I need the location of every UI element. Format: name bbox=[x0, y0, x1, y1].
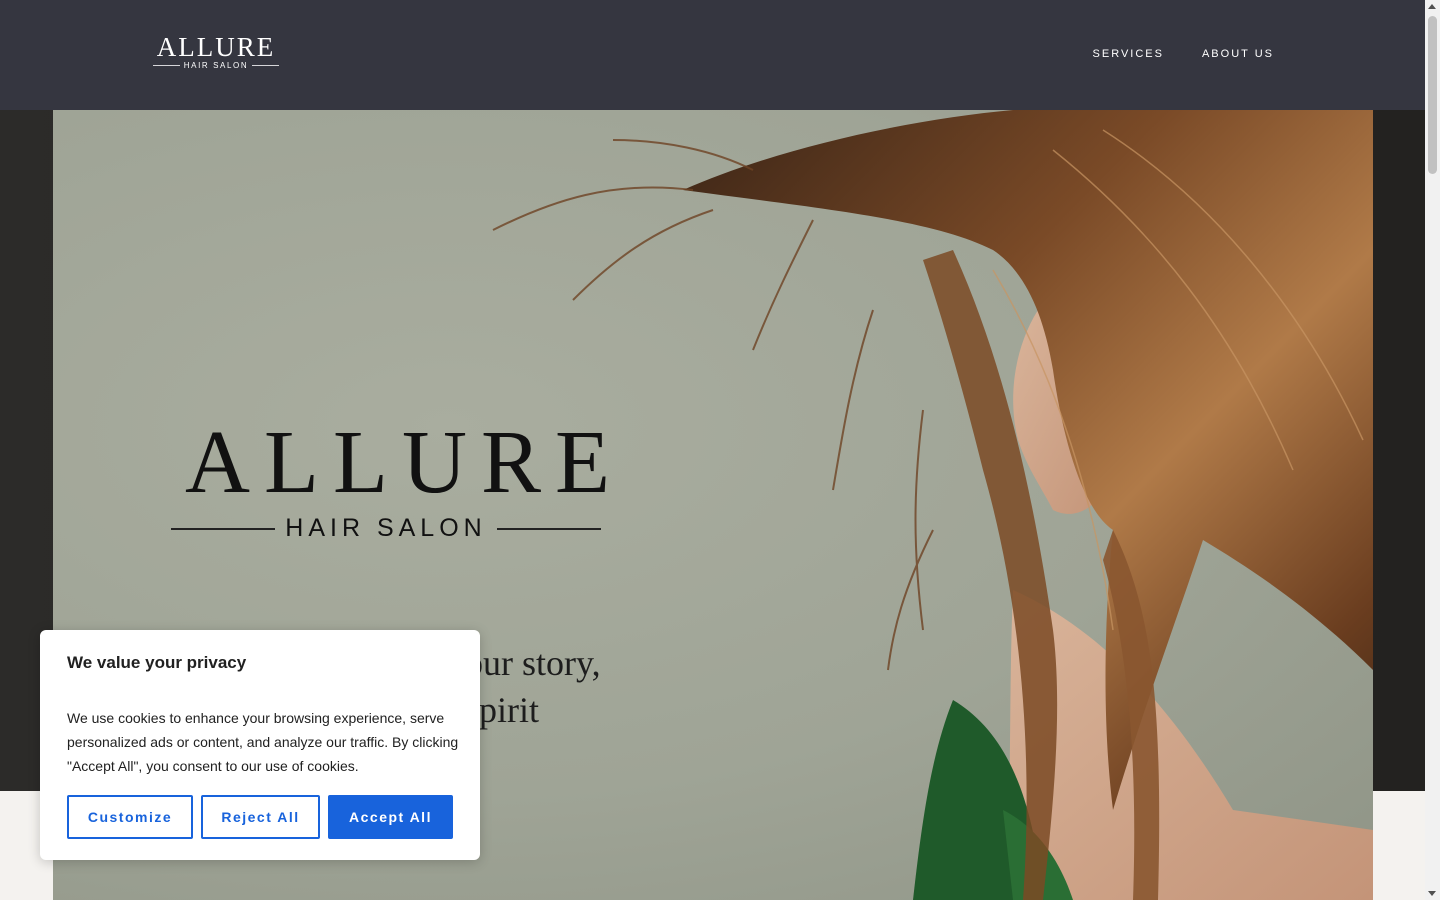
hero-logo-rule-right bbox=[496, 527, 601, 530]
scroll-down-arrow-icon[interactable] bbox=[1428, 891, 1436, 896]
accept-all-button[interactable]: Accept All bbox=[328, 795, 453, 839]
cookie-consent-banner: We value your privacy We use cookies to … bbox=[40, 630, 480, 860]
logo-subtitle-row: HAIR SALON bbox=[153, 61, 279, 70]
hero-logo: ALLURE HAIR SALON bbox=[171, 413, 624, 543]
logo-rule-right bbox=[252, 65, 279, 66]
logo-subtitle: HAIR SALON bbox=[183, 61, 249, 70]
cookie-banner-text: We use cookies to enhance your browsing … bbox=[67, 710, 459, 774]
scrollbar-thumb[interactable] bbox=[1428, 16, 1437, 174]
site-header: ALLURE HAIR SALON SERVICES ABOUT US bbox=[0, 0, 1425, 110]
site-logo[interactable]: ALLURE HAIR SALON bbox=[153, 34, 279, 72]
customize-button[interactable]: Customize bbox=[67, 795, 193, 839]
hero-logo-wordmark: ALLURE bbox=[185, 413, 624, 512]
hero-logo-subtitle: HAIR SALON bbox=[285, 514, 487, 542]
hero-logo-rule-left bbox=[171, 527, 276, 530]
cookie-banner-title: We value your privacy bbox=[67, 653, 247, 672]
nav-link-services[interactable]: SERVICES bbox=[1093, 48, 1164, 60]
hero-logo-subtitle-row: HAIR SALON bbox=[171, 514, 601, 543]
cookie-button-row: Customize Reject All Accept All bbox=[67, 795, 453, 839]
scroll-up-arrow-icon[interactable] bbox=[1428, 4, 1436, 9]
main-nav: SERVICES ABOUT US bbox=[1093, 48, 1274, 60]
reject-all-button[interactable]: Reject All bbox=[201, 795, 320, 839]
nav-link-about-us[interactable]: ABOUT US bbox=[1202, 48, 1274, 60]
logo-rule-left bbox=[153, 65, 180, 66]
logo-wordmark: ALLURE bbox=[156, 32, 276, 62]
page-scrollbar[interactable] bbox=[1425, 0, 1440, 900]
